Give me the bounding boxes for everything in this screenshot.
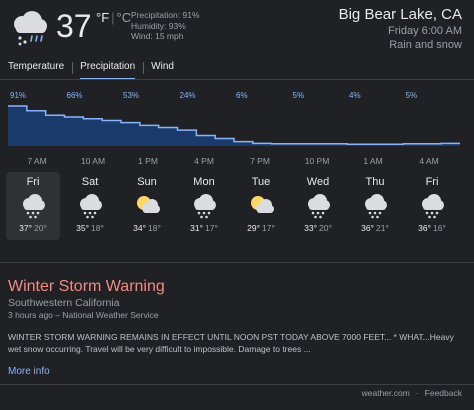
current-details: Precipitation: 91% Humidity: 93% Wind: 1…: [131, 10, 200, 42]
day-name: Fri: [26, 176, 40, 188]
day-low: 18°: [91, 223, 104, 233]
day-name: Fri: [425, 176, 439, 188]
tab-bar: Temperature Precipitation Wind: [8, 58, 182, 80]
alert-description: WINTER STORM WARNING REMAINS IN EFFECT U…: [8, 332, 454, 354]
section-divider: [0, 262, 474, 263]
precipitation-value-label: 24%: [180, 91, 196, 100]
snow-cloud-icon: [80, 194, 102, 219]
day-forecast-fri[interactable]: Fri 37° 20°: [6, 172, 60, 240]
precipitation-chart[interactable]: 91% 66% 53% 24% 6% 5% 4% 5%: [8, 88, 460, 148]
day-temps: 36° 16°: [405, 223, 459, 233]
tab-temperature[interactable]: Temperature: [8, 59, 72, 77]
day-name: Wed: [306, 176, 330, 188]
alert-region: Southwestern California: [8, 297, 120, 309]
day-low: 16°: [433, 223, 446, 233]
time-label: 1 PM: [138, 156, 158, 166]
day-high: 29°: [247, 223, 260, 233]
precipitation-value-label: 53%: [123, 91, 139, 100]
tab-divider: [0, 79, 474, 80]
snow-cloud-icon: [365, 194, 387, 219]
footer: weather.com · Feedback: [362, 388, 462, 398]
day-name: Sun: [137, 176, 157, 188]
humidity-value: Humidity: 93%: [131, 20, 186, 31]
day-high: 37°: [19, 223, 32, 233]
day-forecast-mon[interactable]: Mon 31° 17°: [177, 172, 231, 240]
snow-cloud-icon: [422, 194, 444, 219]
precipitation-value-label: 66%: [67, 91, 83, 100]
precipitation-value: Precipitation: 91%: [131, 10, 200, 20]
current-temperature: 37: [56, 8, 92, 44]
day-high: 31°: [190, 223, 203, 233]
location-datetime: Friday 6:00 AM: [388, 25, 462, 37]
day-low: 20°: [34, 223, 47, 233]
fahrenheit-toggle[interactable]: °F: [96, 10, 109, 25]
day-temps: 34° 18°: [120, 223, 174, 233]
day-temps: 33° 20°: [291, 223, 345, 233]
day-low: 17°: [205, 223, 218, 233]
time-label: 4 PM: [194, 156, 214, 166]
day-temps: 35° 18°: [63, 223, 117, 233]
alert-source: 3 hours ago – National Weather Service: [8, 310, 159, 320]
day-temps: 29° 17°: [234, 223, 288, 233]
time-label: 10 AM: [80, 156, 106, 166]
location-block: Big Bear Lake, CA Friday 6:00 AM Rain an…: [339, 6, 462, 52]
snow-cloud-icon: [14, 11, 47, 46]
precipitation-value-label: 5%: [406, 91, 418, 100]
precipitation-value-label: 91%: [10, 91, 26, 100]
day-forecast-sun[interactable]: Sun 34° 18°: [120, 172, 174, 240]
footer-dot: ·: [415, 388, 419, 398]
snow-cloud-icon: [23, 194, 45, 219]
day-low: 17°: [262, 223, 275, 233]
feedback-link[interactable]: Feedback: [425, 388, 462, 398]
snow-cloud-icon: [194, 194, 216, 219]
day-forecast-thu[interactable]: Thu 36° 21°: [348, 172, 402, 240]
day-temps: 37° 20°: [6, 223, 60, 233]
footer-divider: [0, 384, 474, 385]
day-forecast-fri-next[interactable]: Fri 36° 16°: [405, 172, 459, 240]
precipitation-value-label: 4%: [349, 91, 361, 100]
tab-wind[interactable]: Wind: [143, 59, 182, 77]
location-condition: Rain and snow: [389, 39, 462, 51]
day-low: 20°: [319, 223, 332, 233]
day-name: Sat: [81, 176, 99, 188]
more-info-link[interactable]: More info: [8, 366, 50, 377]
weather-card: 37 °F | °C Precipitation: 91% Humidity: 93…: [0, 0, 474, 410]
day-temps: 36° 21°: [348, 223, 402, 233]
precipitation-chart-svg: 91% 66% 53% 24% 6% 5% 4% 5%: [8, 91, 460, 146]
day-forecast-sat[interactable]: Sat 35° 18°: [63, 172, 117, 240]
celsius-toggle[interactable]: °C: [117, 10, 132, 25]
day-forecast-tue[interactable]: Tue 29° 17°: [234, 172, 288, 240]
daily-forecast: Fri 37° 20° Sat 35° 18° Sun 34° 18° Mon 31°…: [6, 172, 468, 240]
wind-value: Wind: 15 mph: [131, 31, 184, 41]
time-label: 7 AM: [27, 156, 47, 166]
day-low: 18°: [148, 223, 161, 233]
day-name: Mon: [193, 176, 215, 188]
partly-sunny-icon: [251, 196, 274, 213]
location-city: Big Bear Lake, CA: [338, 6, 462, 23]
snow-cloud-icon: [308, 194, 330, 219]
unit-switch: °F | °C: [96, 10, 131, 25]
day-temps: 31° 17°: [177, 223, 231, 233]
alert-title-link[interactable]: Winter Storm Warning: [8, 278, 165, 296]
day-forecast-wed[interactable]: Wed 33° 20°: [291, 172, 345, 240]
weather-source-link[interactable]: weather.com: [362, 388, 410, 398]
day-low: 21°: [376, 223, 389, 233]
tab-precipitation[interactable]: Precipitation: [72, 59, 143, 80]
partly-sunny-icon: [137, 196, 160, 213]
time-label: 7 PM: [250, 156, 270, 166]
day-high: 36°: [361, 223, 374, 233]
day-high: 34°: [133, 223, 146, 233]
day-high: 33°: [304, 223, 317, 233]
time-label: 1 AM: [363, 156, 383, 166]
day-high: 36°: [418, 223, 431, 233]
time-label: 10 PM: [304, 156, 330, 166]
day-name: Tue: [251, 176, 271, 188]
day-name: Thu: [365, 176, 385, 188]
precipitation-value-label: 5%: [293, 91, 305, 100]
time-axis: 7 AM 10 AM 1 PM 4 PM 7 PM 10 PM 1 AM 4 A…: [8, 156, 460, 168]
unit-separator: |: [111, 10, 115, 25]
precipitation-value-label: 6%: [236, 91, 248, 100]
time-label: 4 AM: [419, 156, 439, 166]
day-high: 35°: [76, 223, 89, 233]
